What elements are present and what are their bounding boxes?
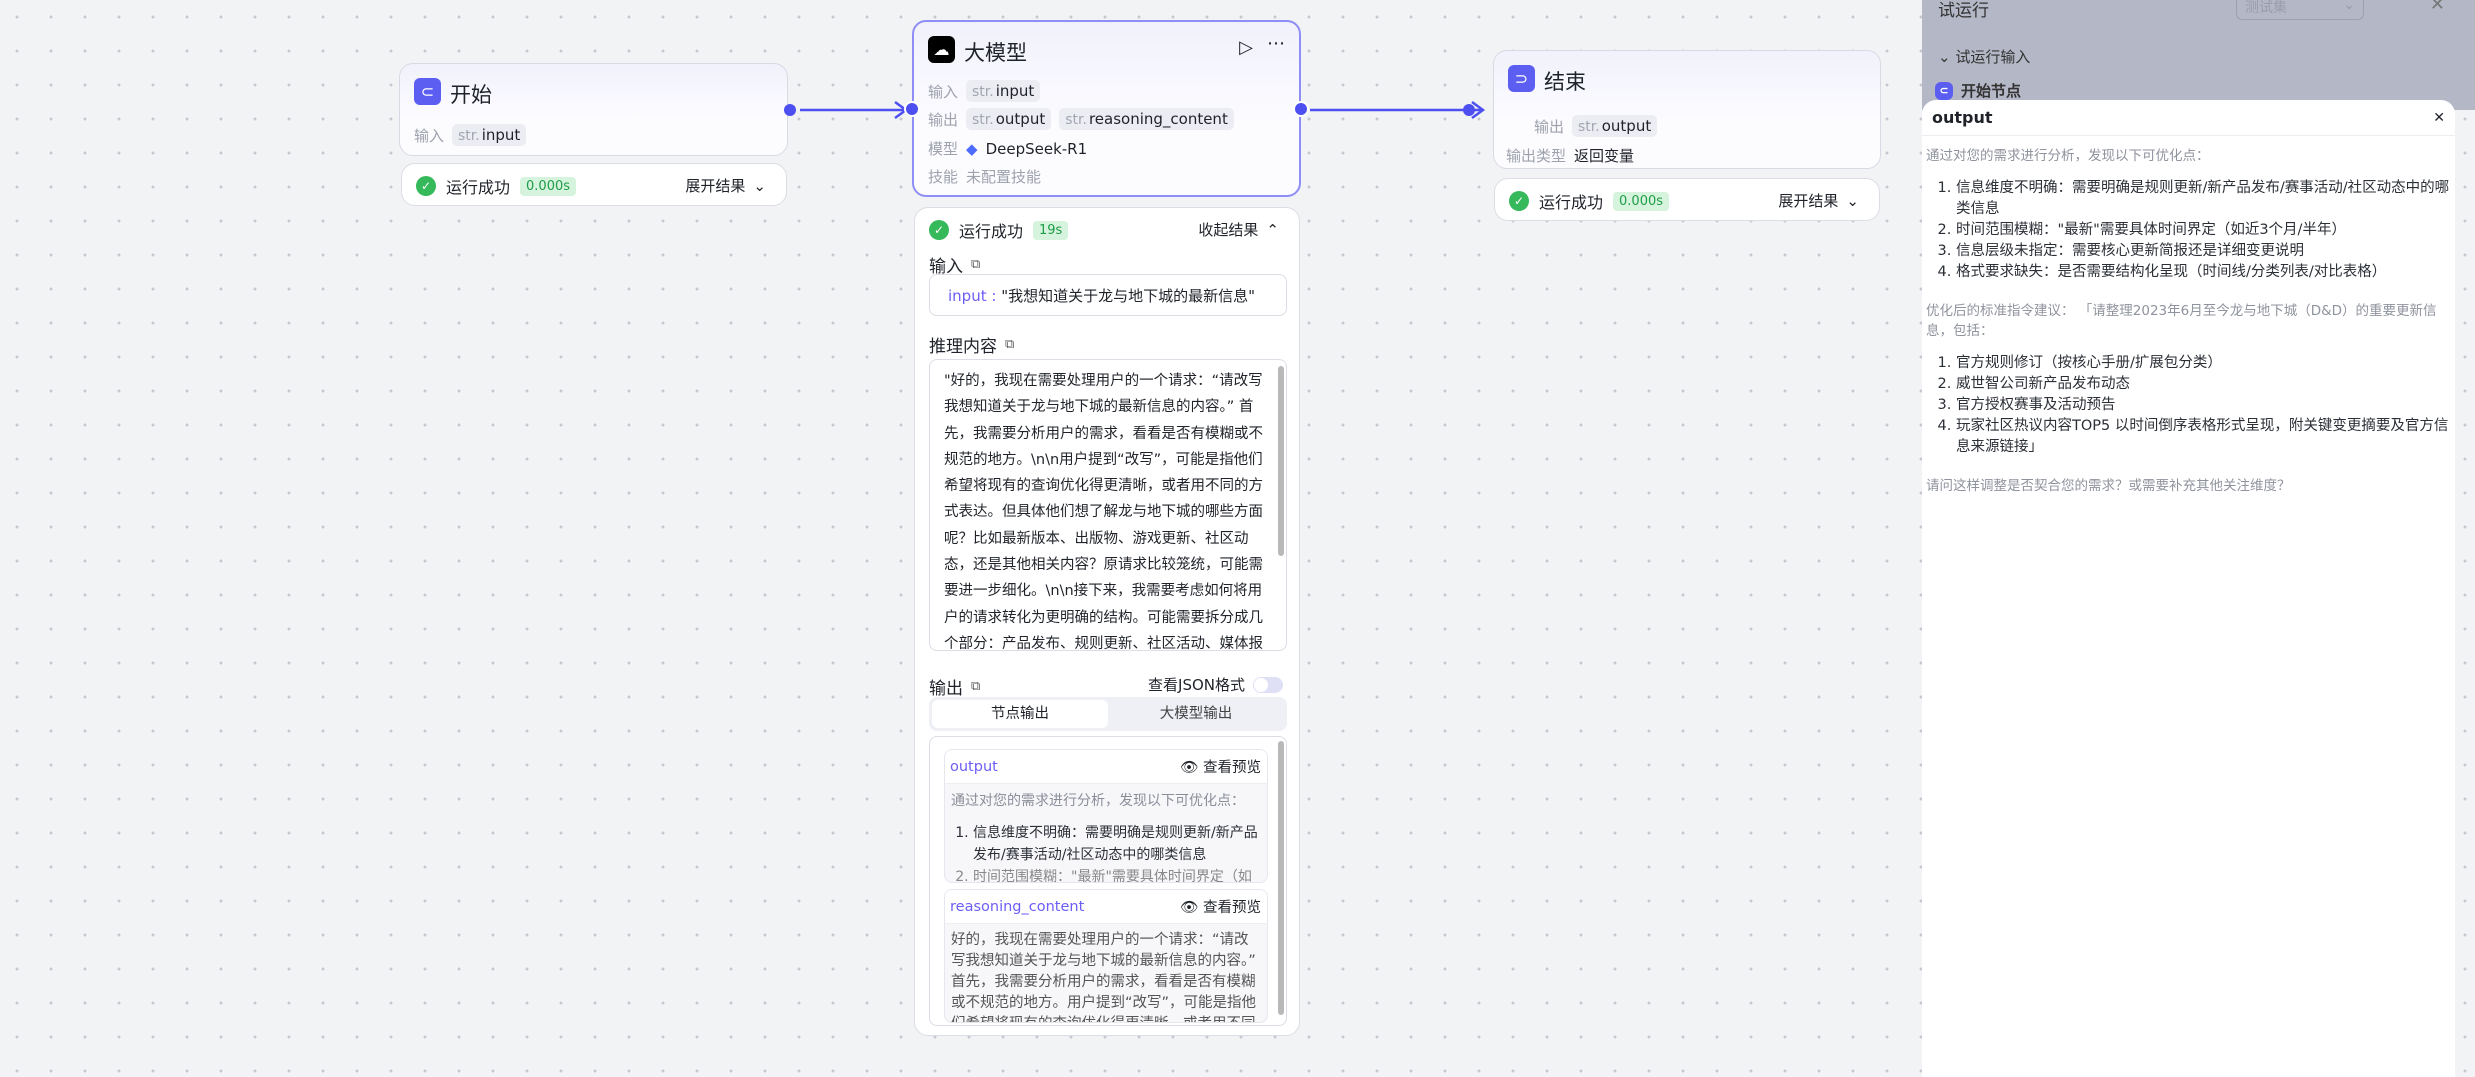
end-icon: ⊃ [1508, 65, 1535, 92]
dataset-select[interactable]: 测试集 ⌄ [2236, 0, 2364, 20]
llm-node[interactable]: ☁ 大模型 ▷ ⋯ 输入 str. input 输出 str. output str. re… [912, 20, 1301, 197]
llm-icon: ☁ [928, 36, 955, 63]
copy-icon[interactable]: ⧉ [971, 257, 980, 272]
output-list: output👁 查看预览 通过对您的需求进行分析，发现以下可优化点：信息维度不明… [929, 736, 1287, 1026]
reasoning-content-box[interactable]: "好的，我现在需要处理用户的一个请求：“请改写我想知道关于龙与地下城的最新信息的… [929, 359, 1287, 651]
output-tabs: 节点输出 大模型输出 [929, 697, 1287, 731]
start-status-card: ✓ 运行成功 0.000s 展开结果 ⌄ [401, 163, 787, 206]
deepseek-icon: ◆ [966, 139, 978, 158]
close-icon[interactable]: ✕ [2430, 0, 2445, 15]
expand-result-button[interactable]: 展开结果 ⌄ [685, 175, 766, 196]
run-icon[interactable]: ▷ [1239, 37, 1253, 58]
collapse-result-button[interactable]: 收起结果 ⌃ [1198, 219, 1279, 240]
scrollbar[interactable] [1278, 741, 1284, 1015]
copy-icon[interactable]: ⧉ [971, 679, 980, 694]
preview-button[interactable]: 👁 查看预览 [1180, 896, 1261, 917]
success-icon: ✓ [416, 176, 436, 196]
more-icon[interactable]: ⋯ [1267, 33, 1285, 54]
end-node[interactable]: ⊃ 结束 输出 str. output 输出类型 返回变量 [1493, 50, 1881, 169]
output-preview-popup: output ✕ 通过对您的需求进行分析，发现以下可优化点： 信息维度不明确：需… [1922, 100, 2455, 1077]
success-icon: ✓ [1509, 191, 1529, 211]
input-var-tag: str. input [452, 124, 527, 146]
output-item: output👁 查看预览 通过对您的需求进行分析，发现以下可优化点：信息维度不明… [944, 749, 1268, 883]
preview-button[interactable]: 👁 查看预览 [1180, 756, 1261, 777]
tab-llm-output[interactable]: 大模型输出 [1108, 700, 1284, 728]
end-status-card: ✓ 运行成功 0.000s 展开结果 ⌄ [1494, 178, 1880, 221]
llm-output-port[interactable] [1293, 101, 1309, 117]
chevron-up-icon: ⌃ [1266, 220, 1279, 239]
test-input-section[interactable]: ⌄ 试运行输入 [1938, 46, 2030, 67]
llm-input-port[interactable] [904, 101, 920, 117]
success-icon: ✓ [929, 220, 949, 240]
tab-node-output[interactable]: 节点输出 [932, 700, 1108, 728]
end-input-port[interactable] [1463, 104, 1475, 116]
scrollbar[interactable] [1278, 366, 1284, 556]
start-output-port[interactable] [784, 104, 796, 116]
input-value-box: input : "我想知道关于龙与地下城的最新信息" [929, 274, 1287, 316]
json-toggle[interactable] [1253, 676, 1283, 693]
expand-result-button[interactable]: 展开结果 ⌄ [1778, 190, 1859, 211]
test-run-panel: 试运行 测试集 ⌄ ✕ ⌄ 试运行输入 ⊂ 开始节点 [1922, 0, 2475, 110]
start-icon: ⊂ [414, 78, 441, 105]
copy-icon[interactable]: ⧉ [1005, 337, 1014, 352]
llm-result-card: ✓ 运行成功 19s 收起结果 ⌃ 输入 ⧉ input : "我想知道关于龙与地下城的… [914, 207, 1300, 1036]
start-node[interactable]: ⊂ 开始 输入 str. input [399, 63, 788, 156]
reasoning-content-item: reasoning_content 👁 查看预览 好的，我现在需要处理用户的一个请… [944, 889, 1268, 1023]
chevron-down-icon: ⌄ [1846, 191, 1859, 210]
close-icon[interactable]: ✕ [2433, 110, 2445, 126]
chevron-down-icon: ⌄ [753, 176, 766, 195]
